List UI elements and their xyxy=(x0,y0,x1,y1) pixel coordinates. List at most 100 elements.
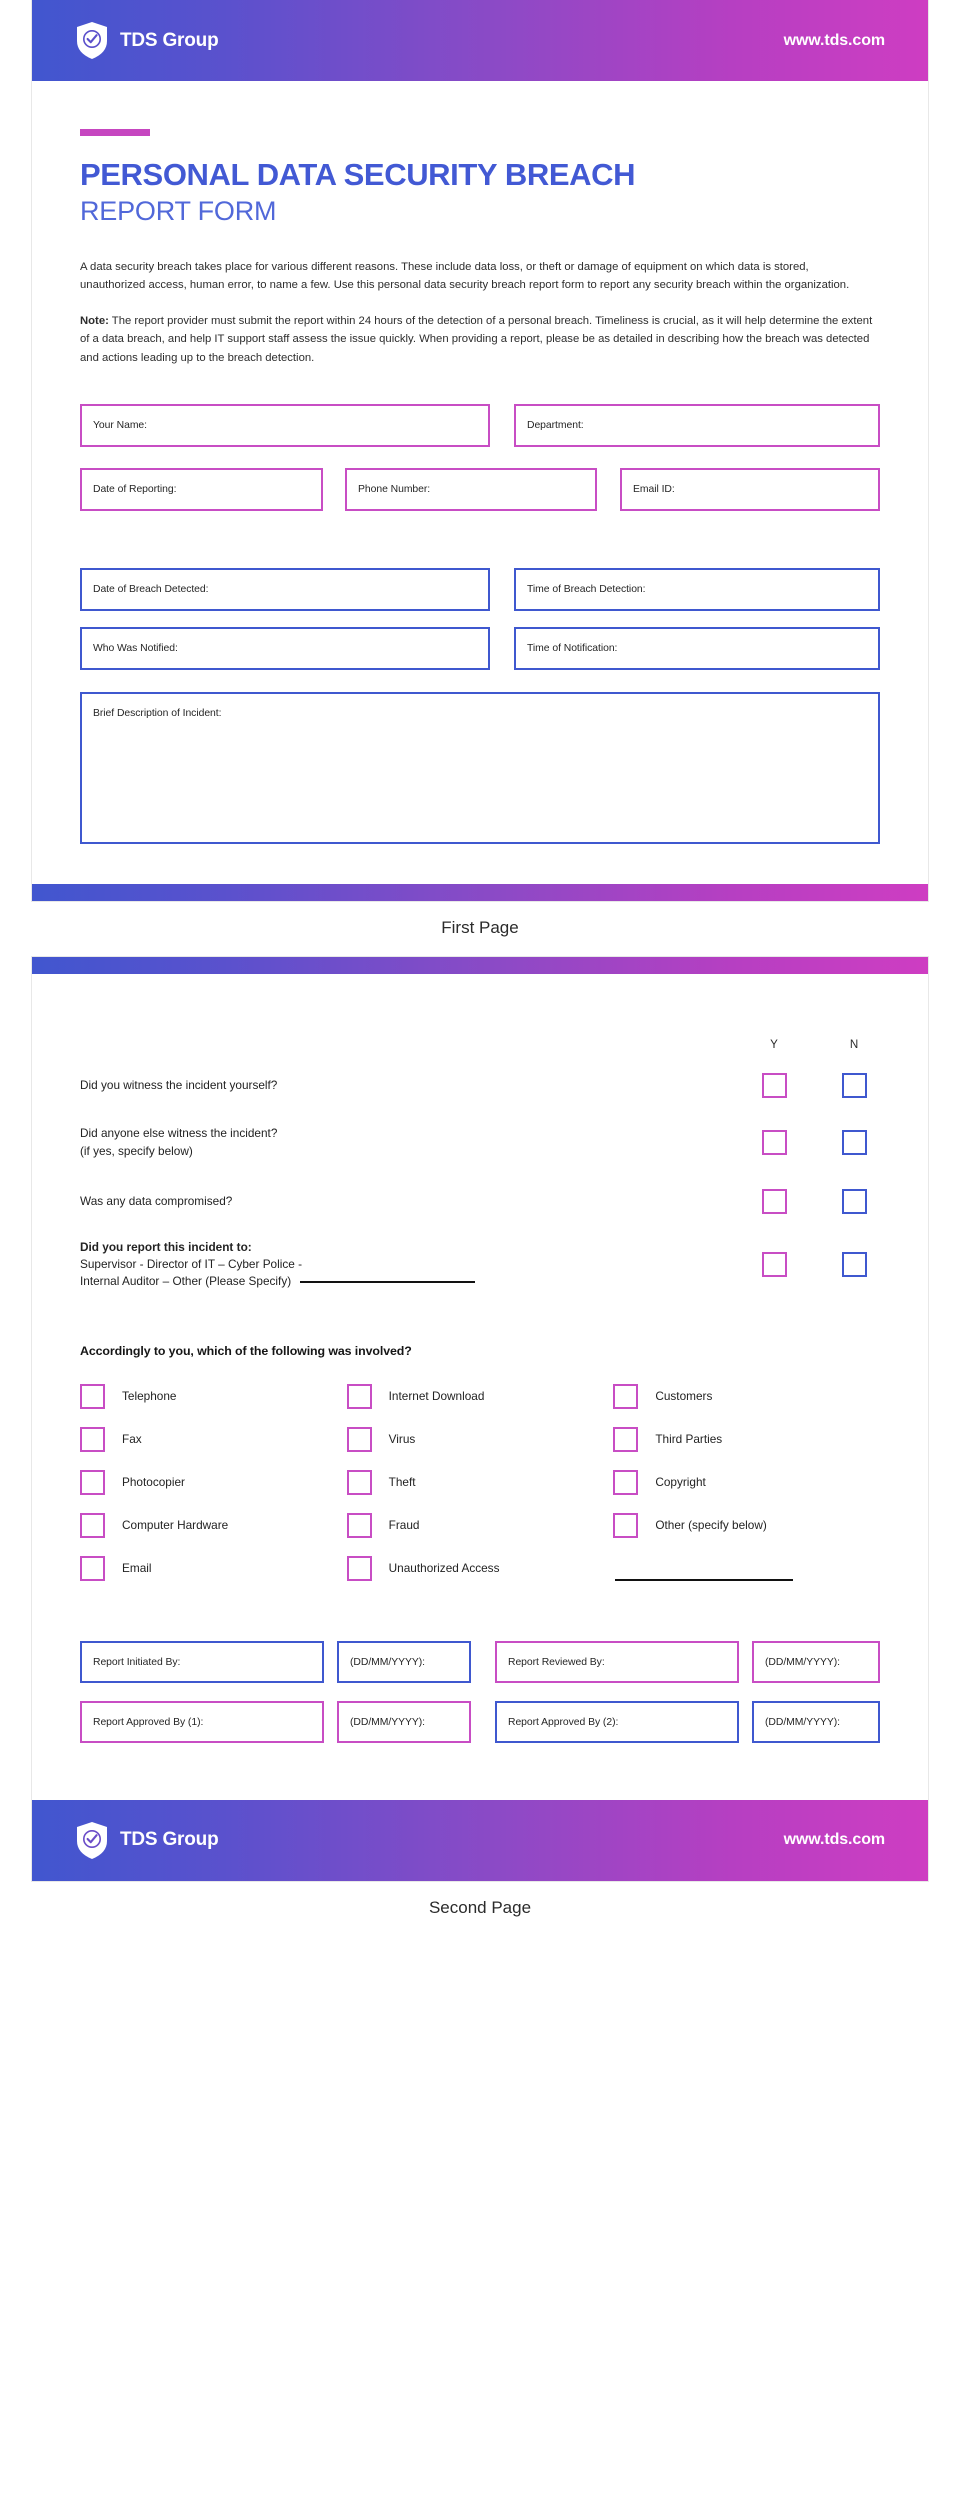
question-1-answers xyxy=(748,1073,880,1099)
who-was-notified-field[interactable]: Who Was Notified: xyxy=(80,626,490,670)
time-of-notification-field[interactable]: Time of Notification: xyxy=(514,626,880,670)
unauthorized-access-checkbox[interactable] xyxy=(346,1555,372,1581)
involved-item-unauthorized-access[interactable]: Unauthorized Access xyxy=(346,1555,614,1581)
date-of-reporting-field[interactable]: Date of Reporting: xyxy=(80,467,323,511)
report-initiated-date-field[interactable]: (DD/MM/YYYY): xyxy=(337,1640,471,1683)
third-parties-checkbox[interactable] xyxy=(613,1426,639,1452)
time-of-breach-detection-field[interactable]: Time of Breach Detection: xyxy=(514,567,880,611)
question-1-no-checkbox[interactable] xyxy=(841,1073,867,1099)
brief-description-field[interactable]: Brief Description of Incident: xyxy=(80,691,880,844)
phone-number-field[interactable]: Phone Number: xyxy=(345,467,597,511)
involved-item-other[interactable]: Other (specify below) xyxy=(613,1512,880,1538)
involved-item-fax[interactable]: Fax xyxy=(80,1426,347,1452)
your-name-field[interactable]: Your Name: xyxy=(80,403,490,447)
customers-label: Customers xyxy=(655,1389,713,1404)
photocopier-checkbox[interactable] xyxy=(80,1469,105,1495)
report-approved-by-1-label: Report Approved By (1): xyxy=(93,1716,204,1728)
report-reviewed-by-field[interactable]: Report Reviewed By: xyxy=(495,1640,739,1683)
field-row-1: Your Name: Department: xyxy=(80,403,880,447)
involved-item-theft[interactable]: Theft xyxy=(346,1469,614,1495)
page-two-header-strip xyxy=(32,956,928,974)
involved-item-third-parties[interactable]: Third Parties xyxy=(613,1426,880,1452)
page-subtitle: REPORT FORM xyxy=(80,195,277,226)
fraud-checkbox[interactable] xyxy=(346,1512,372,1538)
report-to-line-2-wrap: Internal Auditor – Other (Please Specify… xyxy=(80,1273,748,1290)
other-specify-line[interactable] xyxy=(615,1576,794,1581)
report-approved-2-date-field[interactable]: (DD/MM/YYYY): xyxy=(752,1700,880,1743)
note-paragraph: Note: The report provider must submit th… xyxy=(80,312,875,368)
email-id-field[interactable]: Email ID: xyxy=(620,467,880,511)
question-row-4: Did you report this incident to: Supervi… xyxy=(80,1230,880,1300)
date-of-breach-detected-field[interactable]: Date of Breach Detected: xyxy=(80,567,490,611)
question-3-answers xyxy=(748,1189,880,1215)
date-of-breach-detected-label: Date of Breach Detected: xyxy=(93,583,209,595)
question-2-answers xyxy=(748,1130,880,1156)
report-reviewed-date-label: (DD/MM/YYYY): xyxy=(765,1656,840,1668)
fraud-label: Fraud xyxy=(388,1518,420,1533)
report-initiated-by-field[interactable]: Report Initiated By: xyxy=(80,1640,324,1683)
question-row-2: Did anyone else witness the incident? (i… xyxy=(80,1112,880,1174)
fax-label: Fax xyxy=(122,1432,142,1447)
virus-checkbox[interactable] xyxy=(346,1426,372,1452)
involved-item-photocopier[interactable]: Photocopier xyxy=(80,1469,347,1495)
question-3-yes-checkbox[interactable] xyxy=(761,1189,787,1215)
other-label: Other (specify below) xyxy=(655,1518,767,1533)
involved-item-computer-hardware[interactable]: Computer Hardware xyxy=(80,1512,347,1538)
signoff-row-2: Report Approved By (1): (DD/MM/YYYY): Re… xyxy=(80,1700,880,1743)
involved-item-fraud[interactable]: Fraud xyxy=(346,1512,614,1538)
report-to-line-1: Supervisor - Director of IT – Cyber Poli… xyxy=(80,1256,303,1271)
involved-item-email[interactable]: Email xyxy=(80,1555,347,1581)
report-approved-by-2-label: Report Approved By (2): xyxy=(508,1716,619,1728)
involved-item-copyright[interactable]: Copyright xyxy=(613,1469,880,1495)
question-1-yes-checkbox[interactable] xyxy=(761,1073,787,1099)
computer-hardware-checkbox[interactable] xyxy=(80,1512,105,1538)
page-one-body: PERSONAL DATA SECURITY BREACH REPORT FOR… xyxy=(32,129,928,884)
question-4-answers xyxy=(748,1252,880,1278)
department-field[interactable]: Department: xyxy=(514,403,880,447)
theft-checkbox[interactable] xyxy=(346,1469,372,1495)
involved-item-virus[interactable]: Virus xyxy=(346,1426,614,1452)
theft-label: Theft xyxy=(388,1475,416,1490)
question-2-yes-checkbox[interactable] xyxy=(761,1130,787,1156)
report-approved-1-date-field[interactable]: (DD/MM/YYYY): xyxy=(337,1700,471,1743)
question-3-no-checkbox[interactable] xyxy=(841,1189,867,1215)
other-checkbox[interactable] xyxy=(613,1512,639,1538)
time-of-notification-label: Time of Notification: xyxy=(527,642,618,654)
report-to-specify-line[interactable] xyxy=(300,1281,476,1284)
involved-item-telephone[interactable]: Telephone xyxy=(80,1383,347,1409)
question-2-text: Did anyone else witness the incident? (i… xyxy=(80,1125,748,1160)
unauthorized-access-label: Unauthorized Access xyxy=(388,1561,500,1576)
involved-item-internet-download[interactable]: Internet Download xyxy=(346,1383,614,1409)
fax-checkbox[interactable] xyxy=(80,1426,105,1452)
phone-number-label: Phone Number: xyxy=(358,483,431,495)
involved-item-customers[interactable]: Customers xyxy=(613,1383,880,1409)
page-two: Y N Did you witness the incident yoursel… xyxy=(32,956,928,1881)
question-4-no-checkbox[interactable] xyxy=(841,1252,867,1278)
page-one-header: TDS Group www.tds.com xyxy=(32,0,928,81)
signoff-row-1: Report Initiated By: (DD/MM/YYYY): Repor… xyxy=(80,1640,880,1683)
copyright-checkbox[interactable] xyxy=(613,1469,639,1495)
customers-checkbox[interactable] xyxy=(613,1383,639,1409)
yes-no-section: Y N Did you witness the incident yoursel… xyxy=(80,1038,880,1300)
report-reviewed-by-label: Report Reviewed By: xyxy=(508,1656,605,1668)
brand-url[interactable]: www.tds.com xyxy=(784,32,886,50)
question-2-line-2: (if yes, specify below) xyxy=(80,1143,193,1158)
who-was-notified-label: Who Was Notified: xyxy=(93,642,178,654)
question-4-yes-checkbox[interactable] xyxy=(761,1252,787,1278)
intro-paragraph: A data security breach takes place for v… xyxy=(80,260,850,292)
telephone-checkbox[interactable] xyxy=(80,1383,105,1409)
internet-download-checkbox[interactable] xyxy=(346,1383,372,1409)
your-name-label: Your Name: xyxy=(93,419,147,431)
question-2-no-checkbox[interactable] xyxy=(841,1130,867,1156)
note-label: Note: xyxy=(80,314,109,327)
document-wrapper: TDS Group www.tds.com PERSONAL DATA SECU… xyxy=(0,0,960,1937)
email-checkbox[interactable] xyxy=(80,1555,105,1581)
report-reviewed-date-field[interactable]: (DD/MM/YYYY): xyxy=(752,1640,880,1683)
question-1-line-1: Did you witness the incident yourself? xyxy=(80,1077,278,1092)
report-approved-by-2-field[interactable]: Report Approved By (2): xyxy=(495,1700,739,1743)
third-parties-label: Third Parties xyxy=(655,1432,723,1447)
page-two-body: Y N Did you witness the incident yoursel… xyxy=(32,1038,928,1800)
footer-brand-url[interactable]: www.tds.com xyxy=(784,1831,886,1849)
report-approved-by-1-field[interactable]: Report Approved By (1): xyxy=(80,1700,324,1743)
report-to-line-2: Internal Auditor – Other (Please Specify… xyxy=(80,1274,292,1289)
